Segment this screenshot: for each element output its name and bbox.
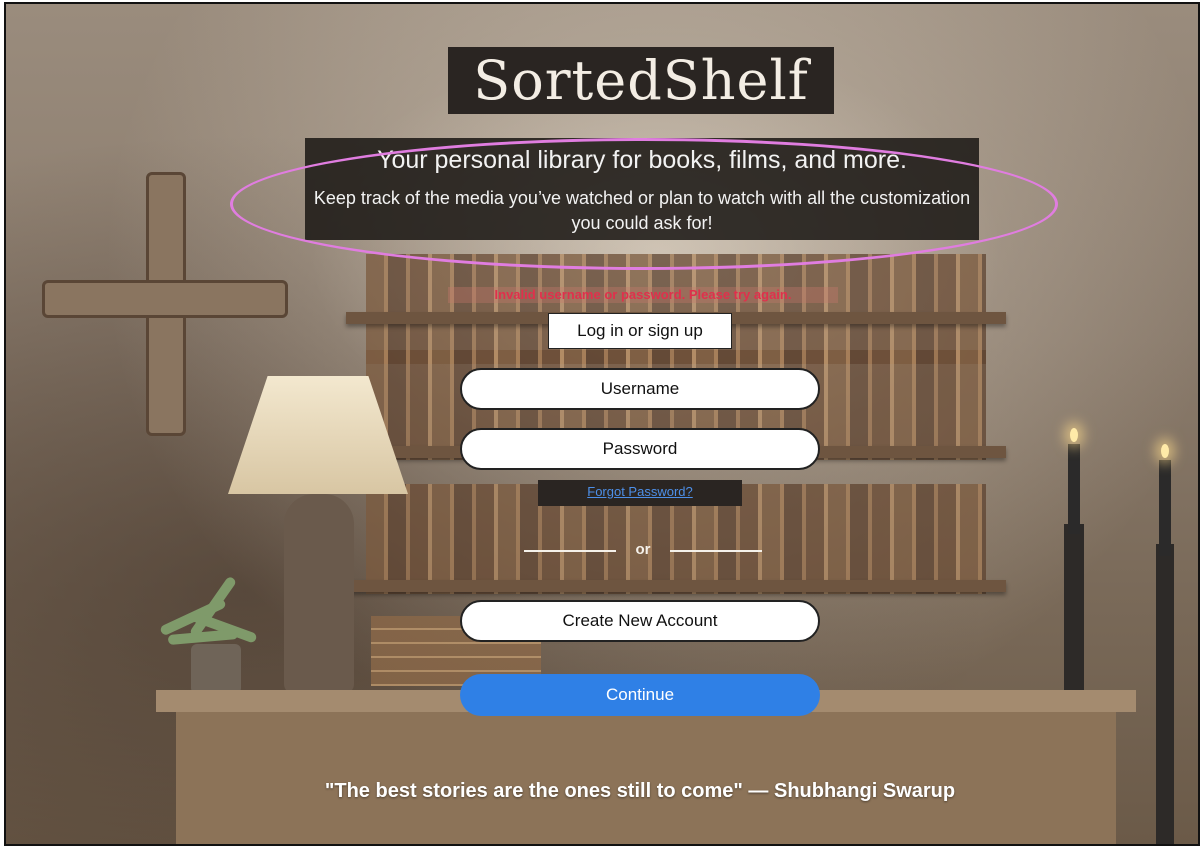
candle-flame-icon xyxy=(1161,444,1169,458)
password-input[interactable] xyxy=(460,428,820,470)
footer-quote: "The best stories are the ones still to … xyxy=(324,780,956,802)
app-frame xyxy=(4,2,1200,846)
app-logo: SortedShelf xyxy=(448,47,834,114)
username-input[interactable] xyxy=(460,368,820,410)
create-account-button[interactable]: Create New Account xyxy=(460,600,820,642)
tagline-sub: Keep track of the media you’ve watched o… xyxy=(313,188,971,233)
candle xyxy=(1068,444,1080,534)
candle xyxy=(1159,460,1171,556)
or-divider: or xyxy=(524,540,762,560)
lamp-base xyxy=(284,494,354,694)
continue-button[interactable]: Continue xyxy=(460,674,820,716)
candle-flame-icon xyxy=(1070,428,1078,442)
background-library-scene xyxy=(6,4,1198,844)
tagline-box: Your personal library for books, films, … xyxy=(305,138,979,240)
tagline-main: Your personal library for books, films, … xyxy=(377,146,907,174)
login-heading: Log in or sign up xyxy=(548,313,732,349)
error-message: Invalid username or password. Please try… xyxy=(448,287,838,303)
forgot-password-link[interactable]: Forgot Password? xyxy=(538,480,742,506)
